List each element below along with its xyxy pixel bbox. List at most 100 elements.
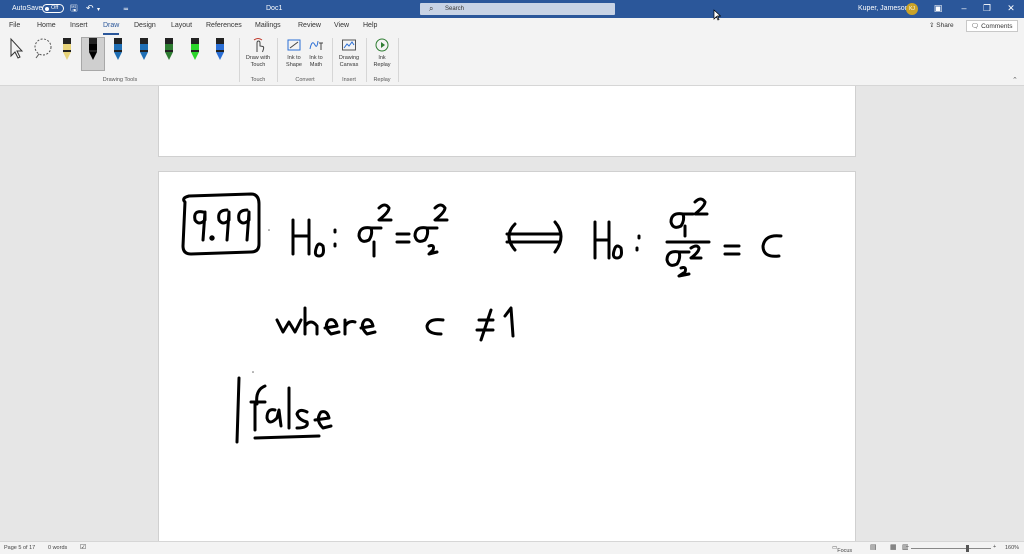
undo-icon[interactable]: ↶ (86, 3, 94, 14)
document-title: Doc1 (266, 5, 283, 12)
drawing-canvas-icon (342, 39, 356, 51)
draw-with-touch-icon (253, 38, 265, 53)
vertical-scrollbar[interactable] (1014, 86, 1024, 541)
ink-to-shape-icon (287, 39, 301, 51)
undo-dropdown-icon[interactable]: ▾ (97, 5, 100, 16)
ink-digit-9 (217, 208, 231, 242)
pen-7-icon[interactable] (213, 36, 227, 66)
tab-help[interactable]: Help (363, 22, 377, 29)
previous-page[interactable] (158, 86, 856, 157)
zoom-out-icon[interactable]: – (906, 544, 909, 550)
ink-word-where (275, 306, 377, 336)
tab-view[interactable]: View (334, 22, 349, 29)
group-label-drawing-tools: Drawing Tools (102, 77, 138, 83)
select-objects-icon[interactable] (8, 36, 26, 60)
search-box[interactable]: ⌕ Search (420, 3, 615, 15)
pen-6-icon[interactable] (188, 36, 202, 66)
focus-button[interactable]: ▭ Focus (832, 545, 852, 554)
tab-review[interactable]: Review (298, 22, 321, 29)
ink-vertical-bar (235, 376, 241, 444)
ink-letter-c (761, 234, 783, 258)
ink-underline (253, 434, 321, 440)
ink-digit-1 (503, 306, 515, 338)
ink-to-math-button[interactable]: Ink to Math (303, 37, 329, 69)
tab-layout[interactable]: Layout (171, 22, 192, 29)
ribbon-tabs: File Home Insert Draw Design Layout Refe… (0, 18, 1024, 35)
proofing-icon[interactable]: ☑ (80, 543, 86, 551)
zoom-slider-thumb[interactable] (966, 545, 969, 552)
tab-references[interactable]: References (206, 22, 242, 29)
autosave-toggle[interactable]: Off (42, 4, 64, 13)
comments-button[interactable]: 🗨 Comments (966, 20, 1018, 32)
pen-3-icon[interactable] (111, 36, 125, 66)
drawing-canvas-label-2: Canvas (339, 62, 359, 68)
comments-label: Comments (981, 23, 1013, 30)
ribbon-display-options-icon[interactable]: ▣ (931, 2, 945, 15)
zoom-level[interactable]: 160% (1005, 545, 1019, 551)
group-separator (332, 38, 333, 82)
ink-frac-num (669, 197, 709, 238)
ink-not-equal (475, 308, 495, 342)
ink-replay-button[interactable]: Ink Replay (369, 37, 395, 69)
ink-replay-label-1: Ink (378, 55, 386, 61)
group-label-replay: Replay (373, 77, 391, 83)
customize-qat-icon[interactable]: ≂ (123, 4, 129, 15)
lasso-select-icon[interactable] (31, 36, 55, 60)
focus-label: Focus (837, 548, 853, 554)
pen-1-icon[interactable] (60, 36, 74, 66)
group-label-insert: Insert (342, 77, 356, 83)
ink-digit-9 (193, 210, 207, 242)
group-label-convert: Convert (295, 77, 315, 83)
pen-2-icon[interactable] (86, 36, 100, 66)
tab-design[interactable]: Design (134, 22, 156, 29)
user-name[interactable]: Kuper, Jameson (858, 5, 909, 12)
ink-to-math-label-1: Ink to (309, 55, 323, 61)
pen-5-icon[interactable] (162, 36, 176, 66)
close-icon[interactable]: ✕ (1004, 2, 1018, 15)
current-page[interactable] (158, 171, 856, 541)
collapse-ribbon-icon[interactable]: ⌃ (1012, 76, 1018, 84)
restore-icon[interactable]: ❐ (980, 2, 994, 15)
ink-sup-2 (433, 203, 449, 222)
zoom-slider[interactable] (911, 548, 991, 549)
ink-sigma1 (357, 226, 383, 243)
ink-letter-c (425, 318, 445, 336)
tab-home[interactable]: Home (37, 22, 56, 29)
handwritten-ink (181, 192, 783, 444)
ink-sigma2 (413, 226, 439, 243)
group-separator (398, 38, 399, 82)
ink-to-math-label-2: Math (309, 62, 323, 68)
ink-to-shape-label-1: Ink to (287, 55, 301, 61)
page-count[interactable]: Page 5 of 17 (4, 545, 35, 551)
drawing-canvas-button[interactable]: Drawing Canvas (335, 37, 363, 69)
tab-insert[interactable]: Insert (70, 22, 88, 29)
read-mode-icon[interactable]: ▤ (870, 543, 877, 551)
status-bar: Page 5 of 17 0 words ☑ ▭ Focus ▤ ▦ ▥ – +… (0, 541, 1024, 554)
group-separator (366, 38, 367, 82)
zoom-in-icon[interactable]: + (993, 544, 996, 550)
draw-with-touch-label-2: Touch (250, 62, 266, 68)
ink-iff-arrow (505, 220, 563, 254)
tab-file[interactable]: File (9, 22, 20, 29)
mouse-cursor-icon (713, 9, 721, 21)
ink-to-math-icon (309, 40, 323, 50)
document-area[interactable] (0, 86, 1024, 541)
title-bar: AutoSave Off 🖫 ↶ ▾ ≂ Doc1 ⌕ Search Kuper… (0, 0, 1024, 18)
draw-with-touch-button[interactable]: Draw with Touch (243, 37, 273, 69)
share-button[interactable]: ⇪ Share (925, 20, 958, 32)
ink-equals (395, 232, 411, 244)
tab-mailings[interactable]: Mailings (255, 22, 281, 29)
tab-draw[interactable]: Draw (103, 22, 120, 35)
word-count[interactable]: 0 words (48, 545, 67, 551)
group-label-touch: Touch (250, 77, 266, 83)
autosave-label: AutoSave (12, 5, 43, 12)
save-icon[interactable]: 🖫 (70, 3, 78, 14)
ink-decimal-point (209, 235, 215, 241)
ink-word-false (249, 384, 333, 432)
ink-h0-right (593, 220, 623, 260)
search-placeholder: Search (445, 6, 465, 12)
print-layout-icon[interactable]: ▦ (890, 543, 897, 551)
avatar[interactable]: KJ (906, 3, 918, 15)
minimize-icon[interactable]: – (957, 2, 971, 15)
pen-4-icon[interactable] (137, 36, 151, 66)
